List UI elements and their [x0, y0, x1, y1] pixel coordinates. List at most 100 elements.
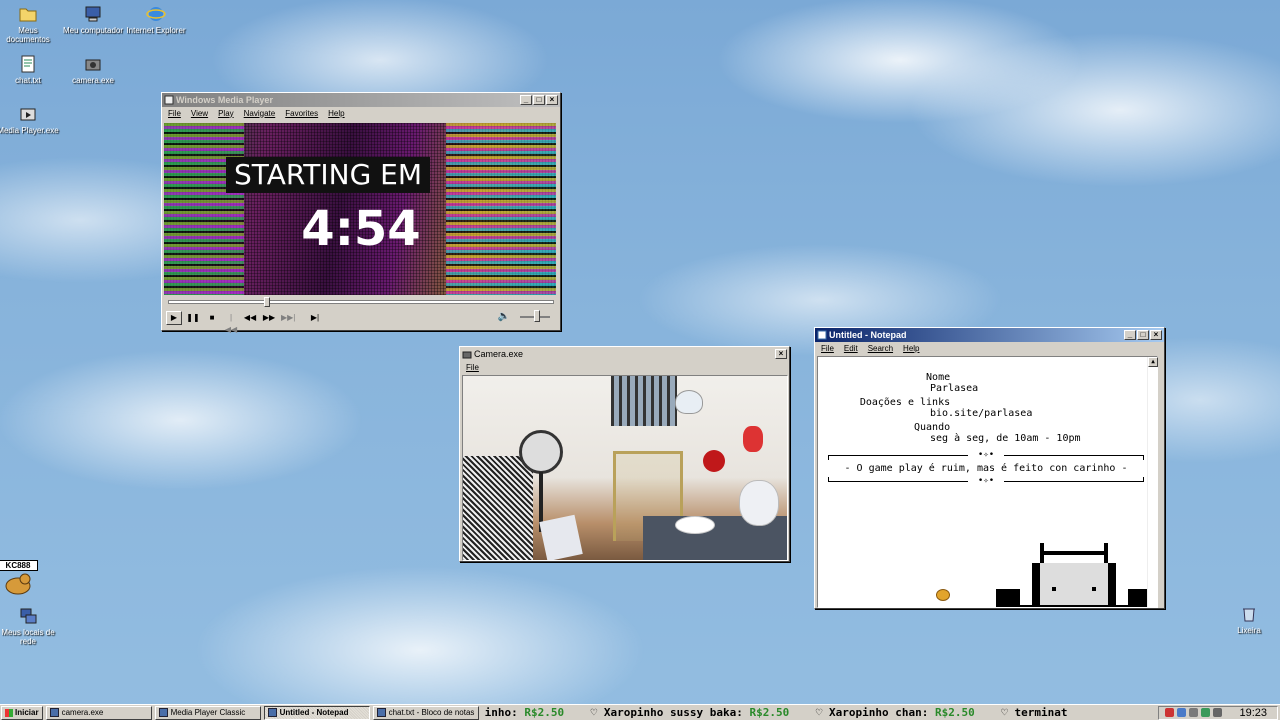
ornament-bottom: •✧•	[968, 476, 1004, 486]
field-value-when: seg à seg, de 10am - 10pm	[930, 433, 1081, 444]
menu-edit[interactable]: Edit	[844, 344, 858, 353]
menu-view[interactable]: View	[191, 109, 208, 118]
desktop-icon-camera-exe[interactable]: camera.exe	[61, 54, 125, 85]
menu-file[interactable]: File	[168, 109, 181, 118]
desktop-icon-label: chat.txt	[15, 76, 41, 85]
camera-icon	[85, 59, 101, 71]
cat-pixel	[996, 605, 1152, 607]
tagline-frame: •✧• - O game play é ruim, mas é feito co…	[828, 450, 1144, 486]
next-button[interactable]: ▶▶|	[280, 311, 296, 325]
desktop-icon-label: Media Player.exe	[0, 126, 59, 135]
menu-help[interactable]: Help	[903, 344, 919, 353]
desktop-icon-media-player[interactable]: Media Player.exe	[0, 104, 60, 135]
maximize-button[interactable]: □	[533, 95, 545, 105]
chick-icon	[936, 589, 950, 601]
minimize-button[interactable]: _	[1124, 330, 1136, 340]
menu-navigate[interactable]: Navigate	[244, 109, 276, 118]
frame-tick	[828, 477, 829, 482]
text-file-icon	[376, 708, 386, 717]
menu-favorites[interactable]: Favorites	[285, 109, 318, 118]
menu-file[interactable]: File	[466, 363, 479, 372]
ticker-amount: R$2.50	[749, 705, 790, 719]
play-button[interactable]: ▶	[166, 311, 182, 325]
camera-titlebar[interactable]: Camera.exe ×	[460, 347, 789, 361]
close-button[interactable]: ×	[775, 349, 787, 359]
frame-step-button[interactable]: ▶|	[307, 311, 323, 325]
desktop-icon-internet-explorer[interactable]: Internet Explorer	[124, 4, 188, 35]
cat-pixel	[1040, 563, 1108, 605]
camera-menubar: File	[460, 361, 789, 373]
minimize-button[interactable]: _	[520, 95, 532, 105]
notepad-text-area[interactable]: Nome Parlasea Doações e links bio.site/p…	[817, 356, 1158, 608]
desktop-icon-my-documents[interactable]: Meus documentos	[0, 4, 60, 44]
fast-forward-button[interactable]: ▶▶	[261, 311, 277, 325]
tray-record-icon[interactable]	[1165, 708, 1175, 717]
close-button[interactable]: ×	[1150, 330, 1162, 340]
stop-button[interactable]: ■	[204, 311, 220, 325]
pause-button[interactable]: ❚❚	[185, 311, 201, 325]
camera-window: Camera.exe × File	[459, 346, 790, 562]
webcam-plate	[675, 516, 715, 534]
rewind-button[interactable]: ◀◀	[242, 311, 258, 325]
countdown-timer: 4:54	[301, 201, 421, 257]
video-display[interactable]: STARTING EM 4:54	[164, 123, 556, 295]
desktop-icon-my-computer[interactable]: Meu computador	[61, 4, 125, 35]
tray-security-icon[interactable]	[1189, 708, 1199, 717]
scroll-up-arrow-icon[interactable]: ▲	[1148, 357, 1158, 367]
webcam-blanket	[463, 456, 533, 560]
ticker-name: inho:	[484, 705, 518, 719]
speaker-icon[interactable]: 🔈	[498, 311, 510, 322]
taskbar-button-camera[interactable]: camera.exe	[45, 705, 152, 720]
tray-volume-icon[interactable]	[1213, 708, 1223, 717]
notepad-scrollbar[interactable]: ▲	[1147, 357, 1158, 607]
tray-app-icon[interactable]	[1201, 708, 1211, 717]
network-icon	[20, 608, 37, 624]
webcam-cloth	[539, 514, 583, 560]
menu-file[interactable]: File	[821, 344, 834, 353]
notepad-titlebar[interactable]: Untitled - Notepad _ □ ×	[815, 328, 1164, 342]
taskbar-button-media-player[interactable]: Media Player Classic	[154, 705, 261, 720]
webcam-red-bag	[743, 426, 763, 452]
desktop-icon-recycle-bin[interactable]: Lixeira	[1217, 604, 1280, 635]
camera-icon	[49, 708, 59, 717]
desktop-sticker: KC888	[0, 560, 38, 597]
taskbar-button-chat[interactable]: chat.txt - Bloco de notas	[372, 705, 479, 720]
taskbar: Iniciar camera.exe Media Player Classic …	[0, 704, 1280, 720]
sticker-text: KC888	[0, 560, 38, 571]
ornament-top: •✧•	[968, 450, 1004, 460]
webcam-flowers	[703, 450, 725, 472]
notepad-field-row: Quando seg à seg, de 10am - 10pm	[818, 411, 1081, 455]
desktop-icon-network-places[interactable]: Meus locais de rede	[0, 606, 60, 646]
webcam-jug	[739, 480, 779, 526]
close-button[interactable]: ×	[546, 95, 558, 105]
taskbar-clock[interactable]: 19:23	[1239, 707, 1267, 719]
seek-thumb[interactable]	[264, 297, 270, 307]
ticker-amount: R$2.50	[935, 705, 975, 719]
duck-icon	[5, 573, 31, 595]
media-player-titlebar[interactable]: Windows Media Player _ □ ×	[162, 93, 560, 107]
desktop-icon-label: Meus documentos	[6, 26, 50, 44]
maximize-button[interactable]: □	[1137, 330, 1149, 340]
field-key-name: Nome	[926, 372, 951, 383]
volume-slider[interactable]	[520, 309, 550, 322]
tray-network-icon[interactable]	[1177, 708, 1187, 717]
previous-button[interactable]: |◀◀	[223, 311, 239, 334]
media-player-icon	[164, 95, 174, 105]
starting-heading: STARTING EM	[226, 157, 430, 193]
task-label: camera.exe	[61, 708, 104, 717]
desktop-icon-label: Meus locais de rede	[1, 628, 55, 646]
seek-bar[interactable]	[168, 297, 554, 307]
volume-thumb[interactable]	[534, 309, 541, 322]
volume-control: 🔈	[498, 309, 550, 322]
desktop-icon-chat-txt[interactable]: chat.txt	[0, 54, 60, 85]
menu-help[interactable]: Help	[328, 109, 344, 118]
start-button[interactable]: Iniciar	[1, 705, 43, 720]
notepad-icon	[267, 708, 277, 717]
notepad-icon	[817, 330, 827, 340]
desktop-icon-label: camera.exe	[72, 76, 114, 85]
taskbar-button-notepad[interactable]: Untitled - Notepad	[263, 705, 370, 720]
menu-play[interactable]: Play	[218, 109, 234, 118]
cat-pixel	[1104, 543, 1108, 563]
menu-search[interactable]: Search	[868, 344, 893, 353]
field-key-links: Doações e links	[859, 397, 951, 408]
